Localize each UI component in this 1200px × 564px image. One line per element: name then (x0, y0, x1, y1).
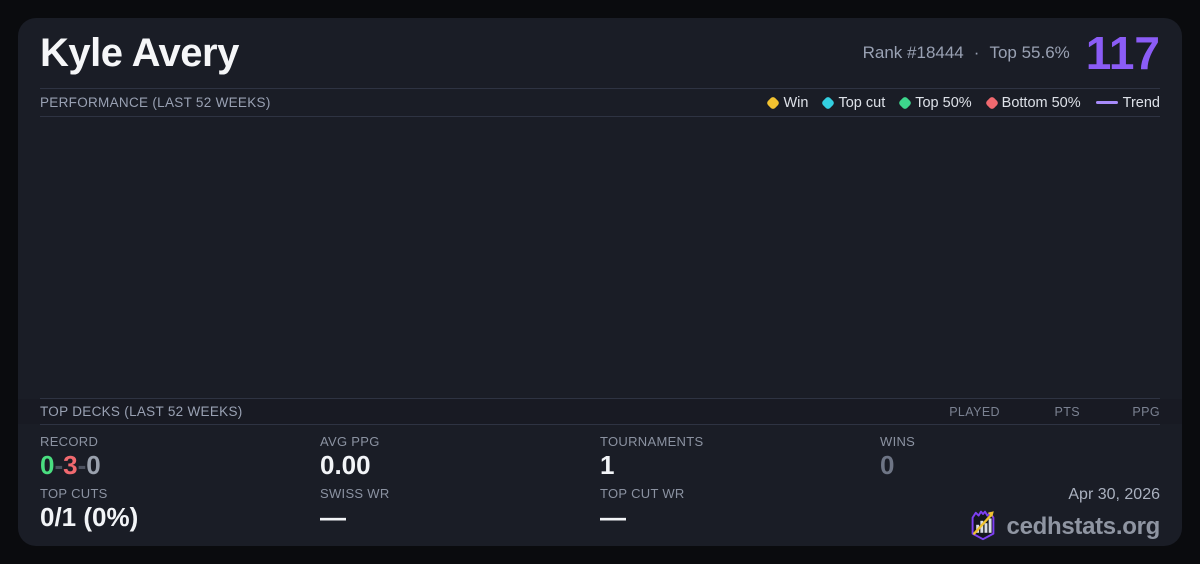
legend-item-top-cut: Top cut (821, 94, 886, 111)
chart-legend: Win Top cut Top 50% Bottom 50% Trend (766, 94, 1160, 111)
legend-label: Win (783, 94, 809, 111)
dot-separator: · (973, 43, 980, 62)
player-name: Kyle Avery (40, 30, 239, 75)
footer-date: Apr 30, 2026 (1068, 486, 1160, 503)
record-separator: - (54, 450, 64, 481)
legend-label: Trend (1122, 94, 1160, 111)
legend-item-bottom-50: Bottom 50% (984, 94, 1081, 111)
trend-line-icon (1095, 101, 1118, 104)
top-cut-dot-icon (821, 95, 836, 110)
stats-column-4: WINS 0 Apr 30, 2026 cedhstats.org (880, 434, 1160, 546)
wins-label: WINS (880, 434, 916, 450)
legend-label: Top cut (838, 94, 886, 111)
column-header-pts: PTS (1054, 404, 1080, 419)
avg-ppg-label: AVG PPG (320, 434, 380, 450)
stats-grid: RECORD 0-3-0 TOP CUTS 0/1 (0%) AVG PPG 0… (18, 425, 1182, 546)
score-badge: 117 (1085, 27, 1160, 79)
rank-label: Rank #18444 (862, 43, 964, 62)
win-dot-icon (766, 95, 781, 110)
legend-item-win: Win (766, 94, 809, 111)
bar-chart-shield-logo-icon (967, 507, 999, 546)
performance-header: PERFORMANCE (LAST 52 WEEKS) Win Top cut … (18, 89, 1182, 116)
top-decks-section-title: TOP DECKS (LAST 52 WEEKS) (40, 404, 243, 420)
tournaments-label: TOURNAMENTS (600, 434, 704, 450)
header-right: Rank #18444 · Top 55.6% 117 (863, 30, 1160, 76)
top-50-dot-icon (898, 95, 913, 110)
record-losses: 3 (63, 450, 78, 481)
top-cuts-label: TOP CUTS (40, 486, 108, 501)
top-decks-columns: PLAYED PTS PPG (920, 405, 1160, 419)
brand-name[interactable]: cedhstats.org (1007, 513, 1161, 541)
tournaments-value: 1 (600, 450, 615, 481)
legend-label: Top 50% (915, 94, 972, 111)
wins-value: 0 (880, 450, 895, 481)
column-header-played: PLAYED (949, 404, 1000, 419)
rank-line: Rank #18444 · Top 55.6% (863, 43, 1070, 63)
column-header-ppg: PPG (1132, 404, 1160, 419)
stats-column-3: TOURNAMENTS 1 TOP CUT WR — (600, 434, 880, 546)
swiss-wr-value: — (320, 502, 346, 533)
record-label: RECORD (40, 434, 99, 450)
top-decks-header: TOP DECKS (LAST 52 WEEKS) PLAYED PTS PPG (18, 399, 1182, 425)
top-percent-label: Top 55.6% (989, 43, 1070, 62)
record-separator: - (77, 450, 87, 481)
header: Kyle Avery Rank #18444 · Top 55.6% 117 (18, 18, 1182, 88)
record-draws: 0 (86, 450, 101, 481)
bottom-50-dot-icon (984, 95, 999, 110)
swiss-wr-label: SWISS WR (320, 486, 390, 501)
performance-section-title: PERFORMANCE (LAST 52 WEEKS) (40, 95, 271, 110)
top-cuts-value: 0/1 (0%) (40, 502, 139, 533)
stats-column-2: AVG PPG 0.00 SWISS WR — (320, 434, 600, 546)
performance-chart (18, 117, 1182, 398)
legend-label: Bottom 50% (1001, 94, 1081, 111)
stats-column-1: RECORD 0-3-0 TOP CUTS 0/1 (0%) (40, 434, 320, 546)
player-stats-card: Kyle Avery Rank #18444 · Top 55.6% 117 P… (18, 18, 1182, 546)
record-wins: 0 (40, 450, 55, 481)
avg-ppg-value: 0.00 (320, 450, 371, 481)
top-cut-wr-value: — (600, 502, 626, 533)
footer: Apr 30, 2026 cedhstats.org (880, 486, 1160, 546)
record-value: 0-3-0 (40, 450, 320, 481)
brand[interactable]: cedhstats.org (880, 507, 1160, 546)
legend-item-top-50: Top 50% (898, 94, 972, 111)
top-cut-wr-label: TOP CUT WR (600, 486, 685, 501)
legend-item-trend: Trend (1095, 94, 1160, 111)
